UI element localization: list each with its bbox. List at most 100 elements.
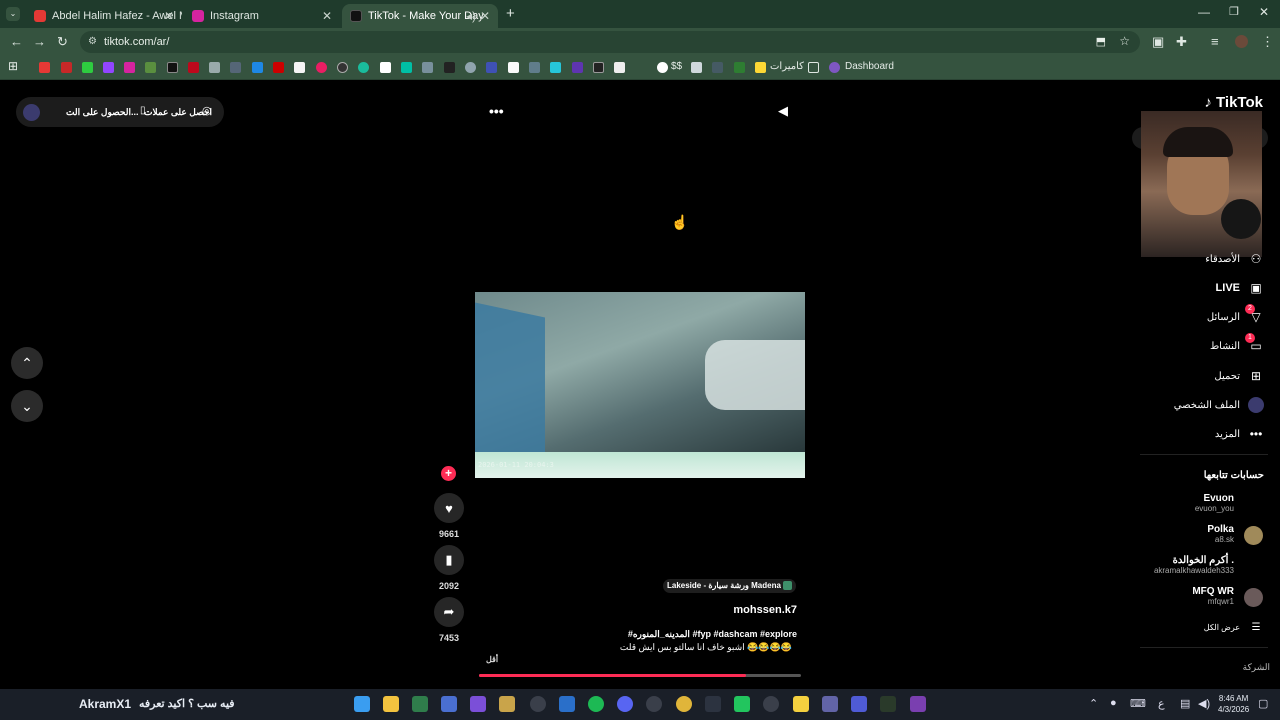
bookmark-youtube-icon[interactable] — [39, 62, 50, 73]
bookmark-play-icon[interactable] — [316, 62, 327, 73]
bookmark-map-icon[interactable] — [422, 62, 433, 73]
app-icon-3[interactable] — [470, 696, 486, 712]
app-icon-10[interactable] — [880, 696, 896, 712]
speaker-icon[interactable]: ◂) — [466, 9, 476, 23]
app-icon-shield[interactable] — [559, 696, 575, 712]
language-indicator[interactable]: ع — [1158, 697, 1165, 710]
sidebar-item-activity[interactable]: النشاط ▭ 1 — [1210, 333, 1264, 356]
app-icon-5[interactable] — [646, 696, 662, 712]
like-button[interactable]: ♥ — [434, 493, 464, 523]
close-tab-icon[interactable]: ✕ — [164, 9, 174, 23]
app-icon-4[interactable] — [499, 696, 515, 712]
bookmark-aqua-icon[interactable] — [550, 62, 561, 73]
bookmark-dark-icon[interactable] — [444, 62, 455, 73]
account-item[interactable]: أكرم الخوالدة . akramalkhawaldeh333 — [1154, 555, 1234, 575]
close-tab-icon[interactable]: ✕ — [322, 9, 332, 23]
volume-icon[interactable]: ◀ — [778, 103, 788, 119]
profile-avatar[interactable] — [1235, 35, 1248, 48]
forward-icon[interactable]: → — [33, 34, 46, 49]
volume-tray-icon[interactable]: ◀) — [1198, 697, 1210, 710]
network-icon[interactable]: ▤ — [1180, 697, 1190, 710]
bookmark-sheet-icon[interactable] — [380, 62, 391, 73]
bookmark-dollar-label[interactable]: $$ — [671, 61, 682, 72]
tab-tiktok[interactable]: TikTok - Make Your Day ◂) ✕ — [342, 4, 498, 28]
app-icon-9[interactable] — [851, 696, 867, 712]
company-link[interactable]: الشركة — [1243, 662, 1270, 673]
file-explorer-icon[interactable] — [383, 696, 399, 712]
account-avatar[interactable] — [1244, 588, 1263, 607]
video-player[interactable]: 2026-01-11 20:04:3 — [475, 292, 805, 478]
account-item[interactable]: MFQ WR mfqwr1 — [1192, 586, 1234, 606]
bookmark-cameras-icon[interactable] — [755, 62, 766, 73]
bookmark-pen-icon[interactable] — [252, 62, 263, 73]
bookmark-cameras-label[interactable]: كاميرات — [770, 61, 804, 72]
location-tag[interactable]: Lakeside - ورشة سيارة Madena — [663, 579, 797, 593]
app-icon-7[interactable] — [734, 696, 750, 712]
account-item[interactable]: Evuon evuon_you — [1195, 493, 1234, 513]
app-icon-2[interactable] — [441, 696, 457, 712]
site-info-icon[interactable]: ⚙ — [88, 36, 97, 47]
new-tab-button[interactable]: + — [506, 5, 515, 22]
bookmark-pinterest-icon[interactable] — [188, 62, 199, 73]
teams-icon[interactable] — [822, 696, 838, 712]
spotify-icon[interactable] — [588, 696, 604, 712]
discord-icon[interactable] — [617, 696, 633, 712]
sidebar-item-live[interactable]: LIVE ▣ — [1216, 278, 1264, 298]
bookmark-green-icon[interactable] — [358, 62, 369, 73]
account-item[interactable]: Polka a8.sk — [1207, 524, 1234, 544]
taskbar-widget-name[interactable]: AkramX1 — [79, 697, 131, 711]
bookmark-amazon-icon[interactable] — [508, 62, 519, 73]
bookmark-flame-icon[interactable] — [593, 62, 604, 73]
bookmark-t-icon[interactable] — [294, 62, 305, 73]
account-avatar[interactable] — [1244, 526, 1263, 545]
reading-list-icon[interactable]: ≡ — [1211, 34, 1219, 49]
sticky-notes-icon[interactable] — [793, 696, 809, 712]
bookmark-flag-icon[interactable] — [145, 62, 156, 73]
apps-icon[interactable]: ⊞ — [8, 59, 18, 73]
bookmark-purple-icon[interactable] — [572, 62, 583, 73]
save-button[interactable]: ▮ — [434, 545, 464, 575]
keyboard-icon[interactable]: ⌨ — [1130, 697, 1146, 710]
bookmark-tesla-icon[interactable] — [273, 62, 284, 73]
bookmark-x-icon[interactable] — [167, 62, 178, 73]
follow-plus-button[interactable]: + — [441, 466, 456, 481]
back-icon[interactable]: ← — [10, 34, 23, 49]
app-icon-4k[interactable] — [530, 696, 546, 712]
see-all-link[interactable]: عرض الكل ☰ — [1204, 617, 1264, 637]
share-button[interactable]: ➦ — [434, 597, 464, 627]
bookmark-teal-icon[interactable] — [401, 62, 412, 73]
chrome-icon[interactable] — [676, 696, 692, 712]
extension-icon[interactable]: ▣ — [1152, 34, 1164, 50]
folder-icon[interactable] — [808, 62, 819, 73]
tray-chevron-icon[interactable]: ⌃ — [1089, 697, 1098, 710]
notifications-icon[interactable]: ▢ — [1258, 697, 1268, 710]
bookmark-excel-icon[interactable] — [734, 62, 745, 73]
app-icon-1[interactable] — [412, 696, 428, 712]
bookmark-star-icon[interactable]: ☆ — [1119, 34, 1130, 48]
previous-video-button[interactable]: ⌃ — [11, 347, 43, 379]
menu-icon[interactable]: ⋮ — [1261, 34, 1274, 50]
more-options-icon[interactable]: ••• — [489, 103, 504, 119]
bookmark-twitch-icon[interactable] — [103, 62, 114, 73]
bookmark-kick-icon[interactable] — [82, 62, 93, 73]
bookmark-dashboard-label[interactable]: Dashboard — [845, 61, 894, 72]
video-hashtags[interactable]: #المدينه_المنوره #fyp #dashcam #explore — [628, 629, 797, 640]
tab-search-icon[interactable]: ⌄ — [6, 7, 20, 21]
app-icon-8[interactable] — [763, 696, 779, 712]
install-icon[interactable]: ⬒ — [1096, 35, 1106, 48]
extensions-puzzle-icon[interactable]: ✚ — [1176, 34, 1187, 50]
bookmark-page-icon[interactable] — [209, 62, 220, 73]
mic-icon[interactable]: ● — [1110, 697, 1117, 709]
bookmark-doc-icon[interactable] — [691, 62, 702, 73]
bookmark-b-icon[interactable] — [614, 62, 625, 73]
sidebar-item-messages[interactable]: الرسائل ▽ 2 — [1207, 304, 1264, 327]
bookmark-instagram-icon[interactable] — [124, 62, 135, 73]
bookmark-shield-icon[interactable] — [712, 62, 723, 73]
close-window-button[interactable]: ✕ — [1259, 5, 1269, 19]
restore-button[interactable]: ❐ — [1229, 5, 1239, 18]
next-video-button[interactable]: ⌄ — [11, 390, 43, 422]
app-icon-6[interactable] — [705, 696, 721, 712]
video-progress-track[interactable] — [479, 674, 801, 677]
sidebar-item-upload[interactable]: تحميل ⊞ — [1214, 366, 1264, 386]
sidebar-item-profile[interactable]: الملف الشخصي — [1174, 395, 1264, 415]
